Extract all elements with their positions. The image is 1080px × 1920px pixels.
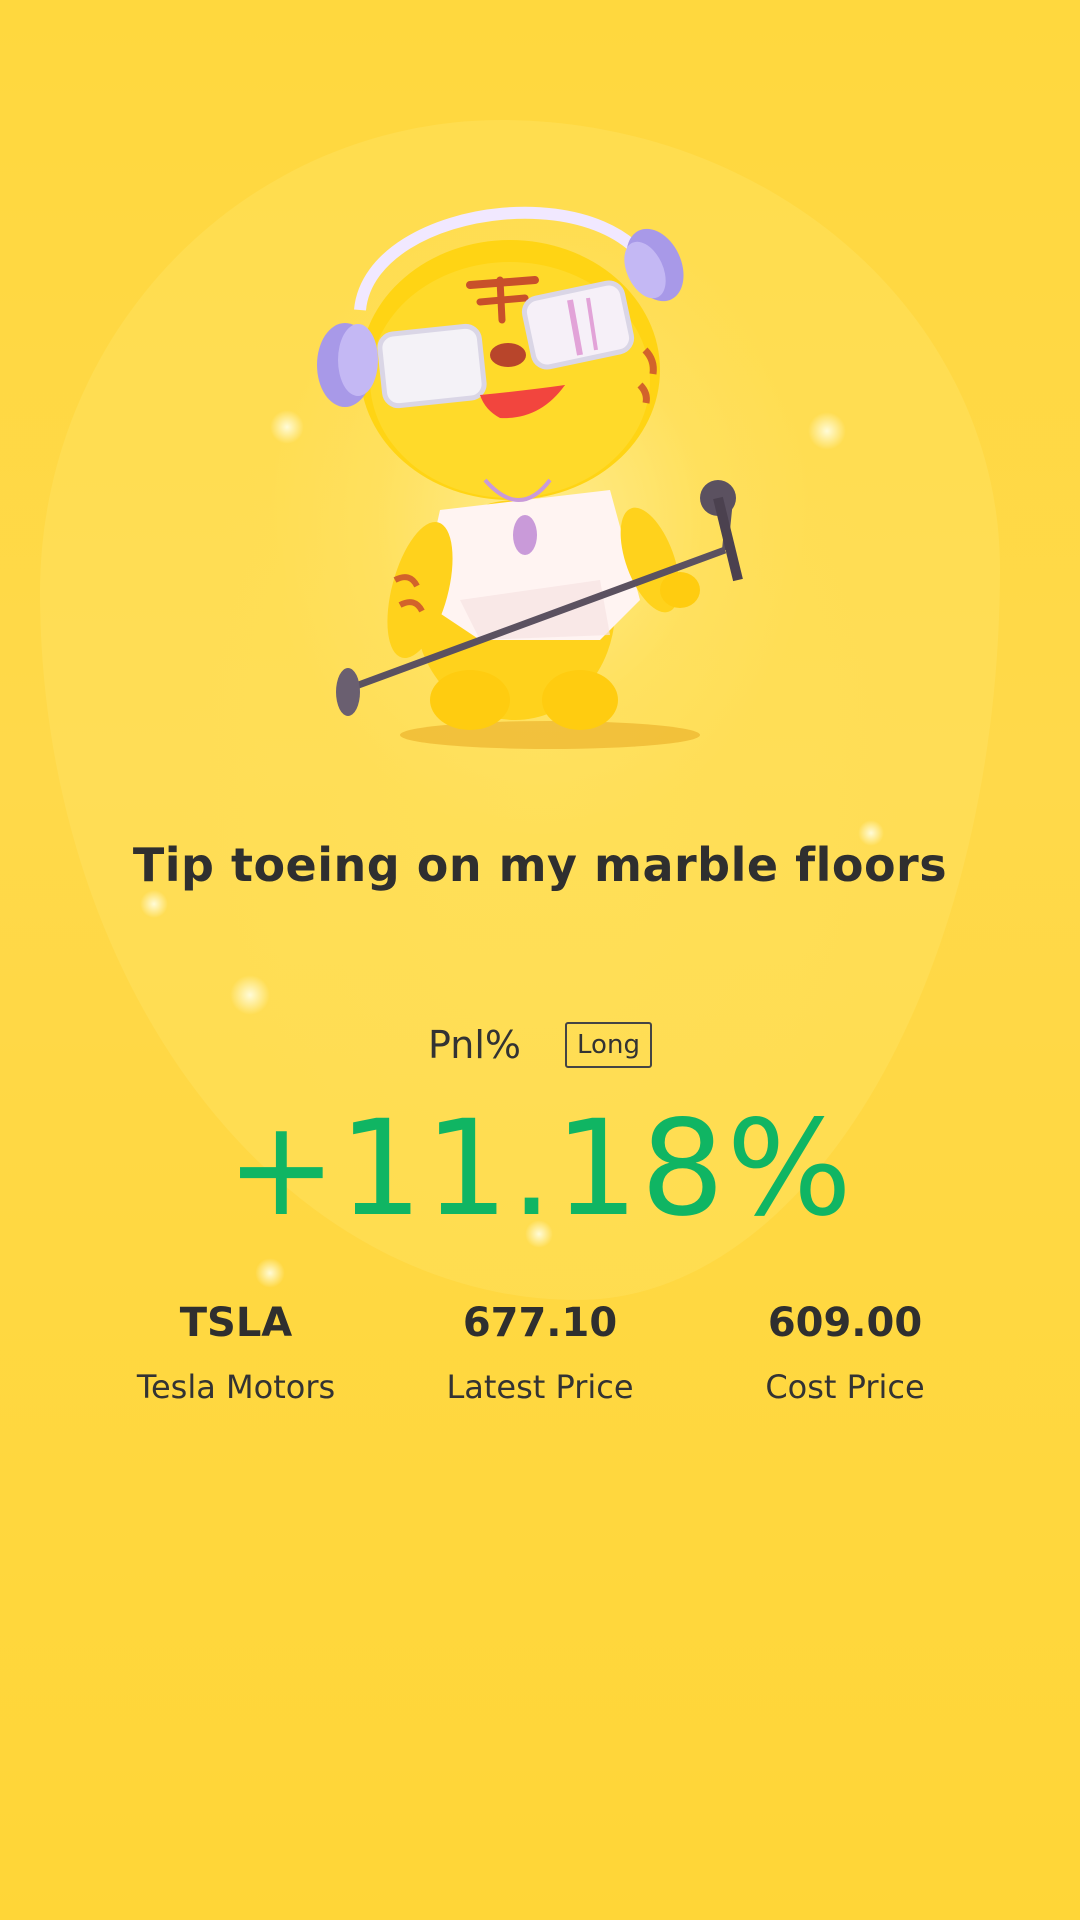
stat-cost-price: 609.00 Cost Price — [695, 1300, 995, 1406]
pnl-label: Pnl% — [428, 1023, 522, 1067]
pnl-value: +11.18% — [226, 1092, 854, 1246]
headline: Tip toeing on my marble floors — [132, 838, 948, 892]
position-badge: Long — [565, 1022, 652, 1068]
stat-label: Tesla Motors — [136, 1368, 336, 1406]
sparkle — [270, 410, 304, 444]
sparkle — [255, 1258, 285, 1288]
stat-symbol: TSLA Tesla Motors — [86, 1300, 386, 1406]
sparkle — [230, 975, 270, 1015]
stat-value: TSLA — [179, 1300, 293, 1346]
pnl-header: Pnl% Long — [0, 1022, 1080, 1068]
stat-value: 609.00 — [767, 1300, 923, 1346]
sparkle — [808, 412, 846, 450]
tiger-mascot-icon — [317, 206, 743, 749]
stat-latest-price: 677.10 Latest Price — [390, 1300, 690, 1406]
stat-value: 677.10 — [462, 1300, 618, 1346]
stat-label: Cost Price — [765, 1368, 925, 1406]
stat-label: Latest Price — [446, 1368, 634, 1406]
stats-row: TSLA Tesla Motors 677.10 Latest Price 60… — [0, 1300, 1080, 1420]
sparkle — [140, 890, 168, 918]
